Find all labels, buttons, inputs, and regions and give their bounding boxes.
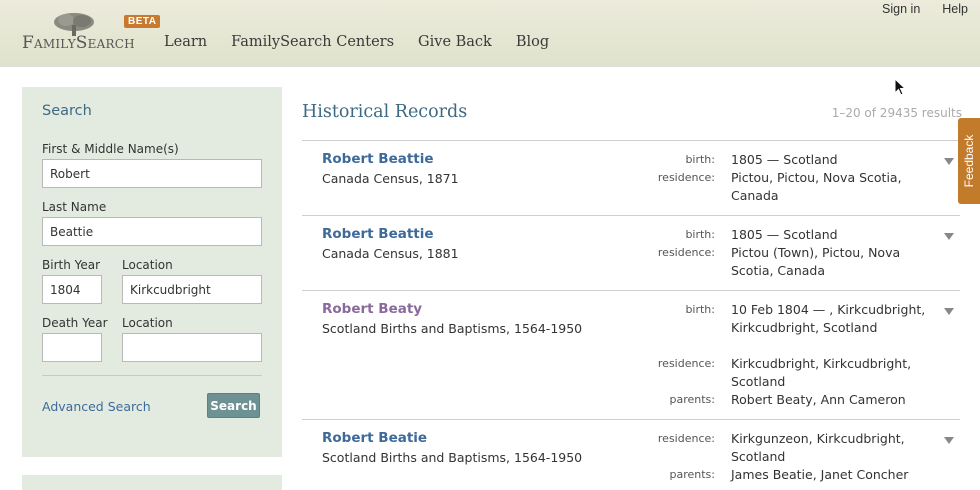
nav-learn[interactable]: Learn xyxy=(164,34,207,50)
feedback-label: Feedback xyxy=(962,134,976,188)
last-name-label: Last Name xyxy=(42,200,107,214)
last-name-input[interactable] xyxy=(42,217,262,246)
field-key: birth: xyxy=(685,303,715,316)
field-value: Robert Beaty, Ann Cameron xyxy=(731,392,906,407)
sign-in-link[interactable]: Sign in xyxy=(882,2,920,16)
result-name-link[interactable]: Robert Beatie xyxy=(322,430,427,446)
field-key: residence: xyxy=(657,246,715,259)
birth-location-input[interactable] xyxy=(122,275,262,304)
first-name-input[interactable] xyxy=(42,159,262,188)
field-key: residence: xyxy=(657,357,715,370)
expand-chevron-icon[interactable] xyxy=(944,437,954,444)
nav-give-back[interactable]: Give Back xyxy=(418,34,492,50)
result-row: Robert Beatie Scotland Births and Baptis… xyxy=(302,419,960,490)
expand-chevron-icon[interactable] xyxy=(944,233,954,240)
help-link[interactable]: Help xyxy=(942,2,968,16)
result-name-link[interactable]: Robert Beattie xyxy=(322,226,434,242)
result-collection: Scotland Births and Baptisms, 1564-1950 xyxy=(322,450,583,465)
field-key: parents: xyxy=(669,393,716,406)
death-year-label: Death Year xyxy=(42,316,108,330)
birth-location-label: Location xyxy=(122,258,173,272)
account-links: Sign in Help xyxy=(882,2,968,16)
field-value: Kirkgunzeon, Kirkcudbright, Scotland xyxy=(731,431,905,464)
logo-text: FamilySearch xyxy=(22,33,135,53)
death-location-label: Location xyxy=(122,316,173,330)
field-key: parents: xyxy=(669,468,716,481)
advanced-search-link[interactable]: Advanced Search xyxy=(42,399,151,414)
secondary-panel xyxy=(22,475,282,490)
field-value: James Beatie, Janet Concher xyxy=(731,467,909,482)
main-content: Search First & Middle Name(s) Last Name … xyxy=(0,66,980,490)
field-value: Pictou, Pictou, Nova Scotia, Canada xyxy=(731,170,902,203)
field-key: birth: xyxy=(685,153,715,166)
field-key: birth: xyxy=(685,228,715,241)
search-panel-title: Search xyxy=(42,103,92,119)
death-year-input[interactable] xyxy=(42,333,102,362)
nav-familysearch-centers[interactable]: FamilySearch Centers xyxy=(231,34,394,50)
result-row: Robert Beaty Scotland Births and Baptism… xyxy=(302,290,960,419)
field-key: residence: xyxy=(657,171,715,184)
search-panel-divider xyxy=(42,375,262,376)
result-row: Robert Beattie Canada Census, 1881 birth… xyxy=(302,215,960,290)
field-value: 10 Feb 1804 — , Kirkcudbright, Kirkcudbr… xyxy=(731,302,926,335)
field-value: Pictou (Town), Pictou, Nova Scotia, Cana… xyxy=(731,245,901,278)
result-collection: Scotland Births and Baptisms, 1564-1950 xyxy=(322,321,583,336)
expand-chevron-icon[interactable] xyxy=(944,158,954,165)
result-name-link[interactable]: Robert Beattie xyxy=(322,151,434,167)
first-name-label: First & Middle Name(s) xyxy=(42,142,179,156)
field-value: 1805 — Scotland xyxy=(731,227,838,242)
beta-badge: BETA xyxy=(124,15,161,28)
main-nav: Learn FamilySearch Centers Give Back Blo… xyxy=(164,34,573,50)
search-panel: Search First & Middle Name(s) Last Name … xyxy=(22,87,282,457)
birth-year-input[interactable] xyxy=(42,275,102,304)
search-button[interactable]: Search xyxy=(207,393,260,418)
results-count: 1–20 of 29435 results xyxy=(831,106,962,120)
nav-blog[interactable]: Blog xyxy=(516,34,549,50)
field-key: residence: xyxy=(657,432,715,445)
field-value: 1805 — Scotland xyxy=(731,152,838,167)
familysearch-logo[interactable]: FamilySearch BETA xyxy=(22,12,161,54)
result-collection: Canada Census, 1871 xyxy=(322,171,459,186)
result-collection: Canada Census, 1881 xyxy=(322,246,459,261)
site-header: FamilySearch BETA Learn FamilySearch Cen… xyxy=(0,0,980,66)
expand-chevron-icon[interactable] xyxy=(944,308,954,315)
results-title: Historical Records xyxy=(302,102,468,122)
birth-year-label: Birth Year xyxy=(42,258,101,272)
result-row: Robert Beattie Canada Census, 1871 birth… xyxy=(302,140,960,215)
result-name-link[interactable]: Robert Beaty xyxy=(322,301,422,317)
field-value: Kirkcudbright, Kirkcudbright, Scotland xyxy=(731,356,912,389)
death-location-input[interactable] xyxy=(122,333,262,362)
mouse-cursor-icon xyxy=(894,78,906,96)
feedback-tab[interactable]: Feedback xyxy=(958,118,980,204)
